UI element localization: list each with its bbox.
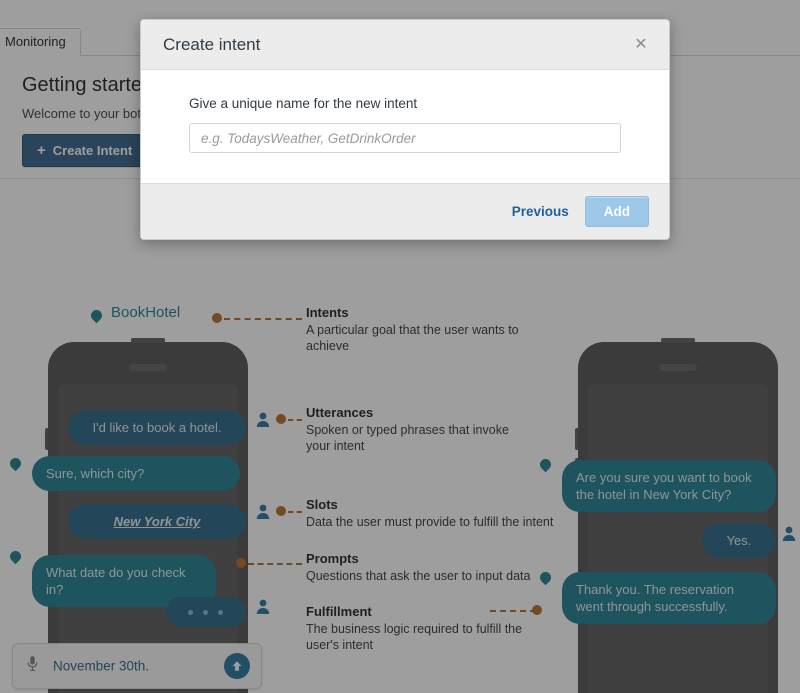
screen: Monitoring Getting started with your bot… <box>0 0 800 693</box>
dialog-footer: Previous Add <box>141 183 669 239</box>
close-icon[interactable]: ✕ <box>631 35 651 55</box>
intent-name-label: Give a unique name for the new intent <box>189 96 418 111</box>
dialog-body: Give a unique name for the new intent <box>141 70 669 183</box>
dialog-title: Create intent <box>163 34 261 54</box>
previous-button[interactable]: Previous <box>512 204 569 219</box>
create-intent-dialog: Create intent ✕ Give a unique name for t… <box>140 19 670 240</box>
intent-name-input[interactable] <box>189 123 621 153</box>
add-button[interactable]: Add <box>584 196 649 227</box>
dialog-header: Create intent ✕ <box>141 20 669 70</box>
